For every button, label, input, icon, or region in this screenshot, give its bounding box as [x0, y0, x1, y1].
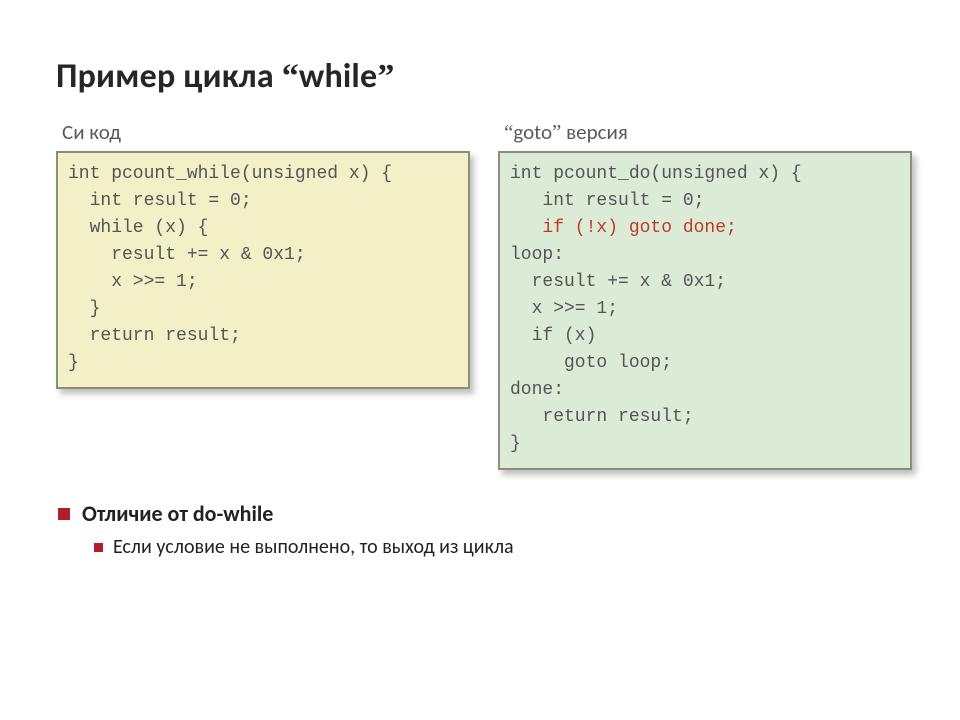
left-code-box: int pcount_while(unsigned x) { int resul… — [56, 151, 470, 389]
right-heading-keyword: goto — [513, 119, 552, 145]
quote-open-icon: “ — [282, 58, 299, 95]
quote-close-icon: ” — [552, 120, 561, 144]
right-heading-rest: версия — [561, 119, 627, 145]
columns: Си код int pcount_while(unsigned x) { in… — [56, 119, 912, 470]
bullet-level2: Если условие не выполнено, то выход из ц… — [94, 535, 912, 559]
bullet2-text: Если условие не выполнено, то выход из ц… — [113, 535, 514, 559]
left-column: Си код int pcount_while(unsigned x) { in… — [56, 119, 470, 389]
right-code-post: loop: result += x & 0x1; x >>= 1; if (x)… — [510, 245, 726, 454]
square-bullet-icon — [58, 508, 70, 520]
right-code-box: int pcount_do(unsigned x) { int result =… — [498, 151, 912, 470]
right-column: “goto” версия int pcount_do(unsigned x) … — [498, 119, 912, 470]
slide-title: Пример цикла “while” — [56, 56, 912, 97]
quote-close-icon: ” — [377, 58, 394, 95]
slide: Пример цикла “while” Си код int pcount_w… — [0, 0, 960, 720]
left-code: int pcount_while(unsigned x) { int resul… — [68, 164, 392, 373]
left-heading: Си код — [62, 119, 470, 145]
right-code-highlight: if (!x) goto done; — [542, 218, 736, 238]
square-bullet-small-icon — [94, 543, 103, 552]
bullet1-text: Отличие от do-while — [82, 500, 273, 527]
bullet-list: Отличие от do-while Если условие не выпо… — [56, 500, 912, 559]
bullet-level1: Отличие от do-while — [58, 500, 912, 527]
quote-open-icon: “ — [504, 120, 513, 144]
title-text: Пример цикла — [56, 56, 282, 97]
right-heading: “goto” версия — [504, 119, 912, 145]
title-keyword: while — [299, 56, 377, 97]
